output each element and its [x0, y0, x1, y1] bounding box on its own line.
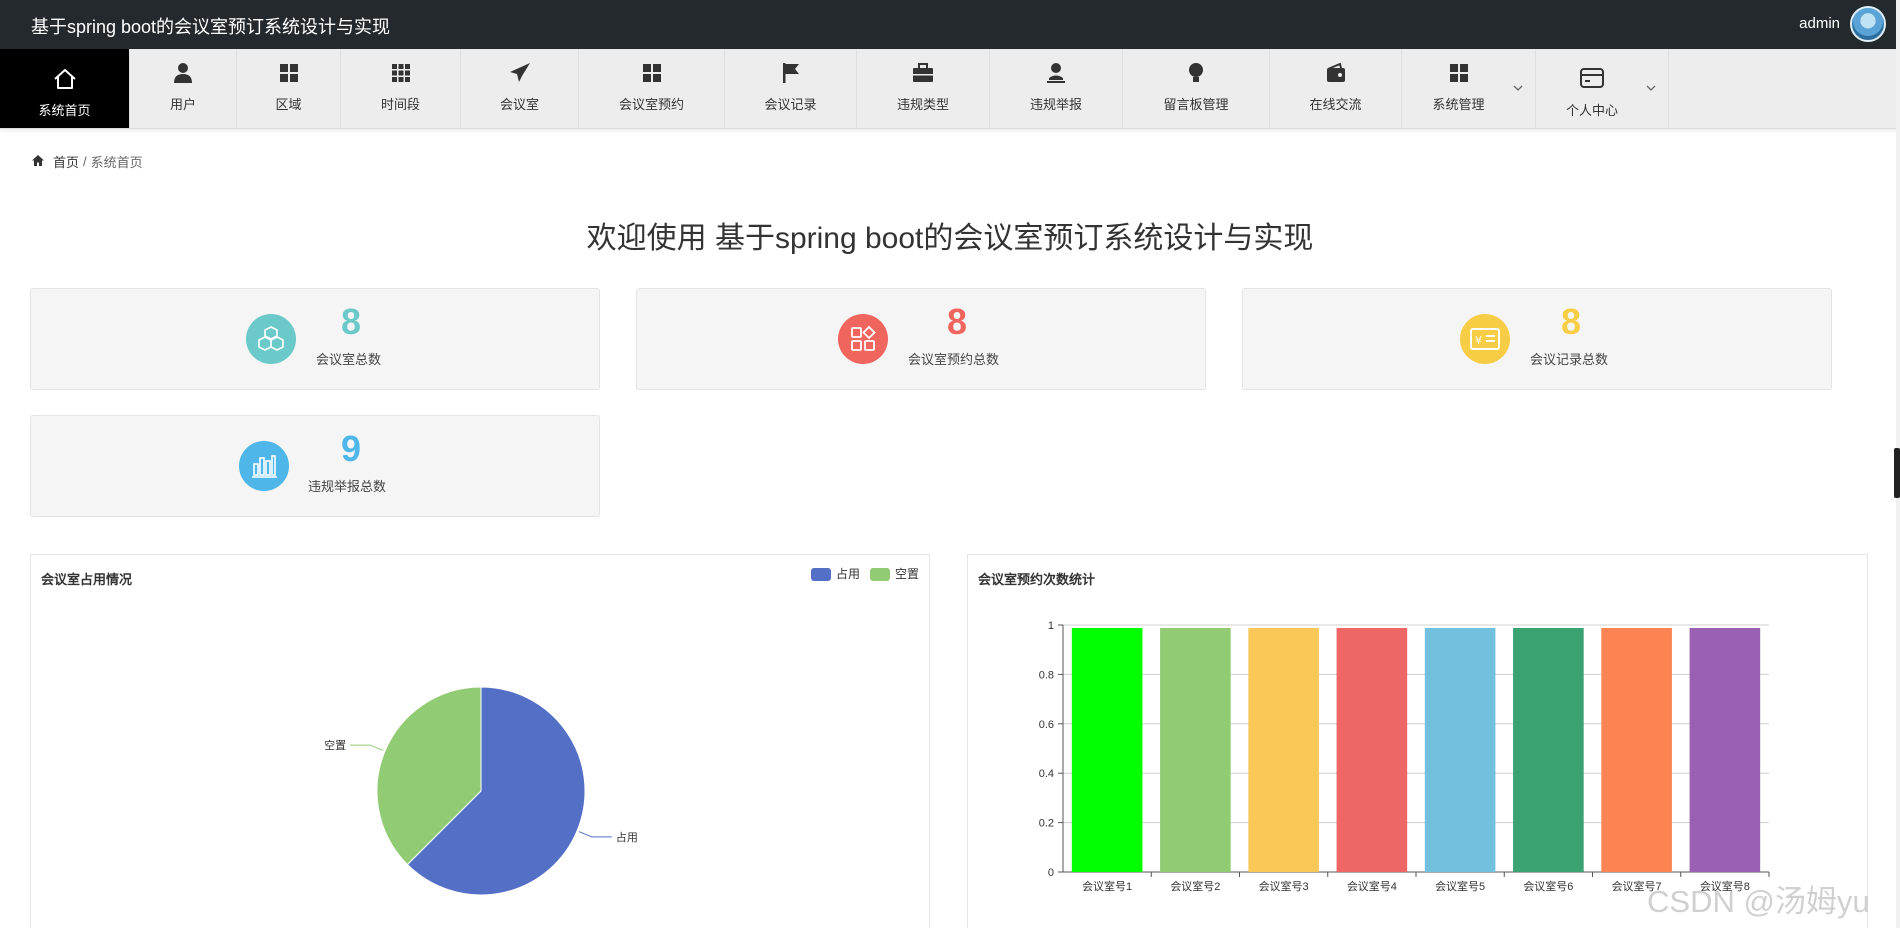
x-tick-label: 会议室号6 — [1523, 879, 1573, 893]
nav-item-label: 违规类型 — [896, 97, 949, 112]
person-icon — [990, 61, 1122, 85]
stat-card-records: ¥ 8 会议记录总数 — [1242, 288, 1832, 390]
card-icon — [1536, 66, 1648, 90]
home-icon — [0, 67, 129, 91]
pie-chart-panel: 会议室占用情况 占用 空置 占用 空置 — [30, 554, 930, 928]
nav-item-label: 区域 — [275, 97, 302, 112]
breadcrumb-current: 系统首页 — [90, 155, 143, 170]
pie-label: 占用 — [616, 830, 638, 844]
stat-label: 会议室总数 — [316, 352, 382, 367]
x-tick-label: 会议室号1 — [1082, 879, 1132, 893]
breadcrumb-separator: / — [83, 154, 87, 169]
cubes-icon — [246, 314, 296, 364]
nav-item-area[interactable]: 区域 — [237, 49, 341, 128]
chevron-down-icon — [1646, 83, 1656, 94]
nav-item-label: 用户 — [169, 97, 196, 112]
apps-shapes-icon — [838, 314, 888, 364]
paper-plane-icon — [461, 61, 578, 85]
stat-label: 违规举报总数 — [308, 479, 387, 494]
username-label[interactable]: admin — [1799, 15, 1840, 32]
nav-item-home[interactable]: 系统首页 — [0, 49, 130, 128]
bar[interactable] — [1248, 628, 1319, 872]
grid-icon — [1402, 61, 1515, 85]
briefcase-icon — [857, 61, 989, 85]
chevron-down-icon — [1513, 83, 1523, 94]
x-tick-label: 会议室号2 — [1170, 879, 1220, 893]
watermark: CSDN @汤姆yu — [1647, 884, 1870, 919]
user-icon — [130, 61, 236, 85]
nav-item-chat[interactable]: 在线交流 — [1270, 49, 1402, 128]
nav-item-label: 系统管理 — [1432, 97, 1485, 112]
ticket-icon: ¥ — [1460, 314, 1510, 364]
bar[interactable] — [1160, 628, 1231, 872]
stat-label: 会议室预约总数 — [908, 352, 1000, 367]
nav-item-label: 留言板管理 — [1163, 97, 1229, 112]
stat-card-bookings: 8 会议室预约总数 — [636, 288, 1206, 390]
bar-chart-icon — [239, 441, 289, 491]
nav-item-label: 时间段 — [380, 97, 420, 112]
pie-label-line — [578, 831, 612, 838]
nav-item-violation-types[interactable]: 违规类型 — [857, 49, 990, 128]
bar[interactable] — [1424, 628, 1496, 872]
nav-item-label: 违规举报 — [1029, 97, 1082, 112]
x-tick-label: 会议室号3 — [1259, 879, 1309, 893]
stat-value: 8 — [340, 301, 362, 342]
stat-value: 8 — [1560, 301, 1582, 342]
apps-icon — [341, 61, 460, 85]
bar-chart[interactable]: 00.20.40.60.81会议室号1 会议室号2 会议室号3 会议室号4 会议室号5 会… — [968, 555, 1867, 928]
nav-item-violation-reports[interactable]: 违规举报 — [990, 49, 1123, 128]
bar[interactable] — [1071, 628, 1143, 872]
app-title: 基于spring boot的会议室预订系统设计与实现 — [31, 17, 391, 37]
nav-item-records[interactable]: 会议记录 — [725, 49, 857, 128]
nav-item-label: 在线交流 — [1309, 97, 1362, 112]
nav-item-timeslot[interactable]: 时间段 — [341, 49, 461, 128]
svg-text:¥: ¥ — [1475, 334, 1482, 347]
nav-item-system-admin[interactable]: 系统管理 — [1402, 49, 1536, 128]
nav-item-booking[interactable]: 会议室预约 — [579, 49, 725, 128]
flag-icon — [725, 61, 856, 85]
y-tick-label: 0.6 — [1039, 719, 1054, 731]
nav-item-users[interactable]: 用户 — [130, 49, 237, 128]
nav-item-profile[interactable]: 个人中心 — [1536, 49, 1669, 128]
bulb-icon — [1123, 61, 1269, 85]
avatar[interactable] — [1850, 6, 1886, 42]
bar[interactable] — [1601, 628, 1672, 872]
bar[interactable] — [1689, 628, 1761, 872]
y-tick-label: 0.8 — [1039, 669, 1054, 681]
nav-item-message-board[interactable]: 留言板管理 — [1123, 49, 1270, 128]
home-icon — [31, 154, 45, 170]
welcome-title: 欢迎使用 基于spring boot的会议室预订系统设计与实现 — [586, 222, 1314, 255]
nav-item-label: 系统首页 — [38, 103, 91, 118]
y-tick-label: 0 — [1048, 867, 1054, 879]
y-tick-label: 0.4 — [1039, 768, 1054, 780]
main-nav: 系统首页 用户 区域 时间段 会议室 会议室预约 会议记录 违规类型 违规举报 … — [0, 49, 1900, 129]
y-tick-label: 1 — [1048, 620, 1054, 632]
nav-item-label: 个人中心 — [1565, 103, 1618, 118]
nav-item-meeting-room[interactable]: 会议室 — [461, 49, 579, 128]
nav-item-label: 会议室预约 — [618, 97, 684, 112]
breadcrumb: 首页 / 系统首页 — [31, 152, 143, 171]
stat-card-rooms: 8 会议室总数 — [30, 288, 600, 390]
x-tick-label: 会议室号4 — [1347, 879, 1397, 893]
pie-chart[interactable]: 占用 空置 — [31, 555, 929, 928]
stat-value: 8 — [946, 301, 968, 342]
pie-label: 空置 — [324, 738, 346, 752]
bar[interactable] — [1336, 628, 1408, 872]
stat-label: 会议记录总数 — [1530, 352, 1609, 367]
breadcrumb-home-link[interactable]: 首页 — [53, 152, 79, 171]
bar-chart-panel: 会议室预约次数统计 0 0.2 0.4 0.6 0.8 1 会议室号1 会议室号2 会议室号3 会… — [967, 554, 1868, 928]
stat-value: 9 — [340, 428, 362, 469]
stat-card-reports: 9 违规举报总数 — [30, 415, 600, 517]
nav-item-label: 会议记录 — [764, 97, 817, 112]
grid-icon — [579, 61, 724, 85]
nav-item-label: 会议室 — [499, 97, 539, 112]
top-bar: 基于spring boot的会议室预订系统设计与实现 admin — [0, 0, 1900, 49]
scrollbar-thumb[interactable] — [1894, 448, 1900, 498]
wallet-icon — [1270, 61, 1401, 85]
grid-icon — [237, 61, 340, 85]
x-tick-label: 会议室号5 — [1435, 879, 1485, 893]
bar[interactable] — [1513, 628, 1584, 872]
y-tick-label: 0.2 — [1039, 818, 1054, 830]
pie-label-line — [350, 744, 384, 751]
